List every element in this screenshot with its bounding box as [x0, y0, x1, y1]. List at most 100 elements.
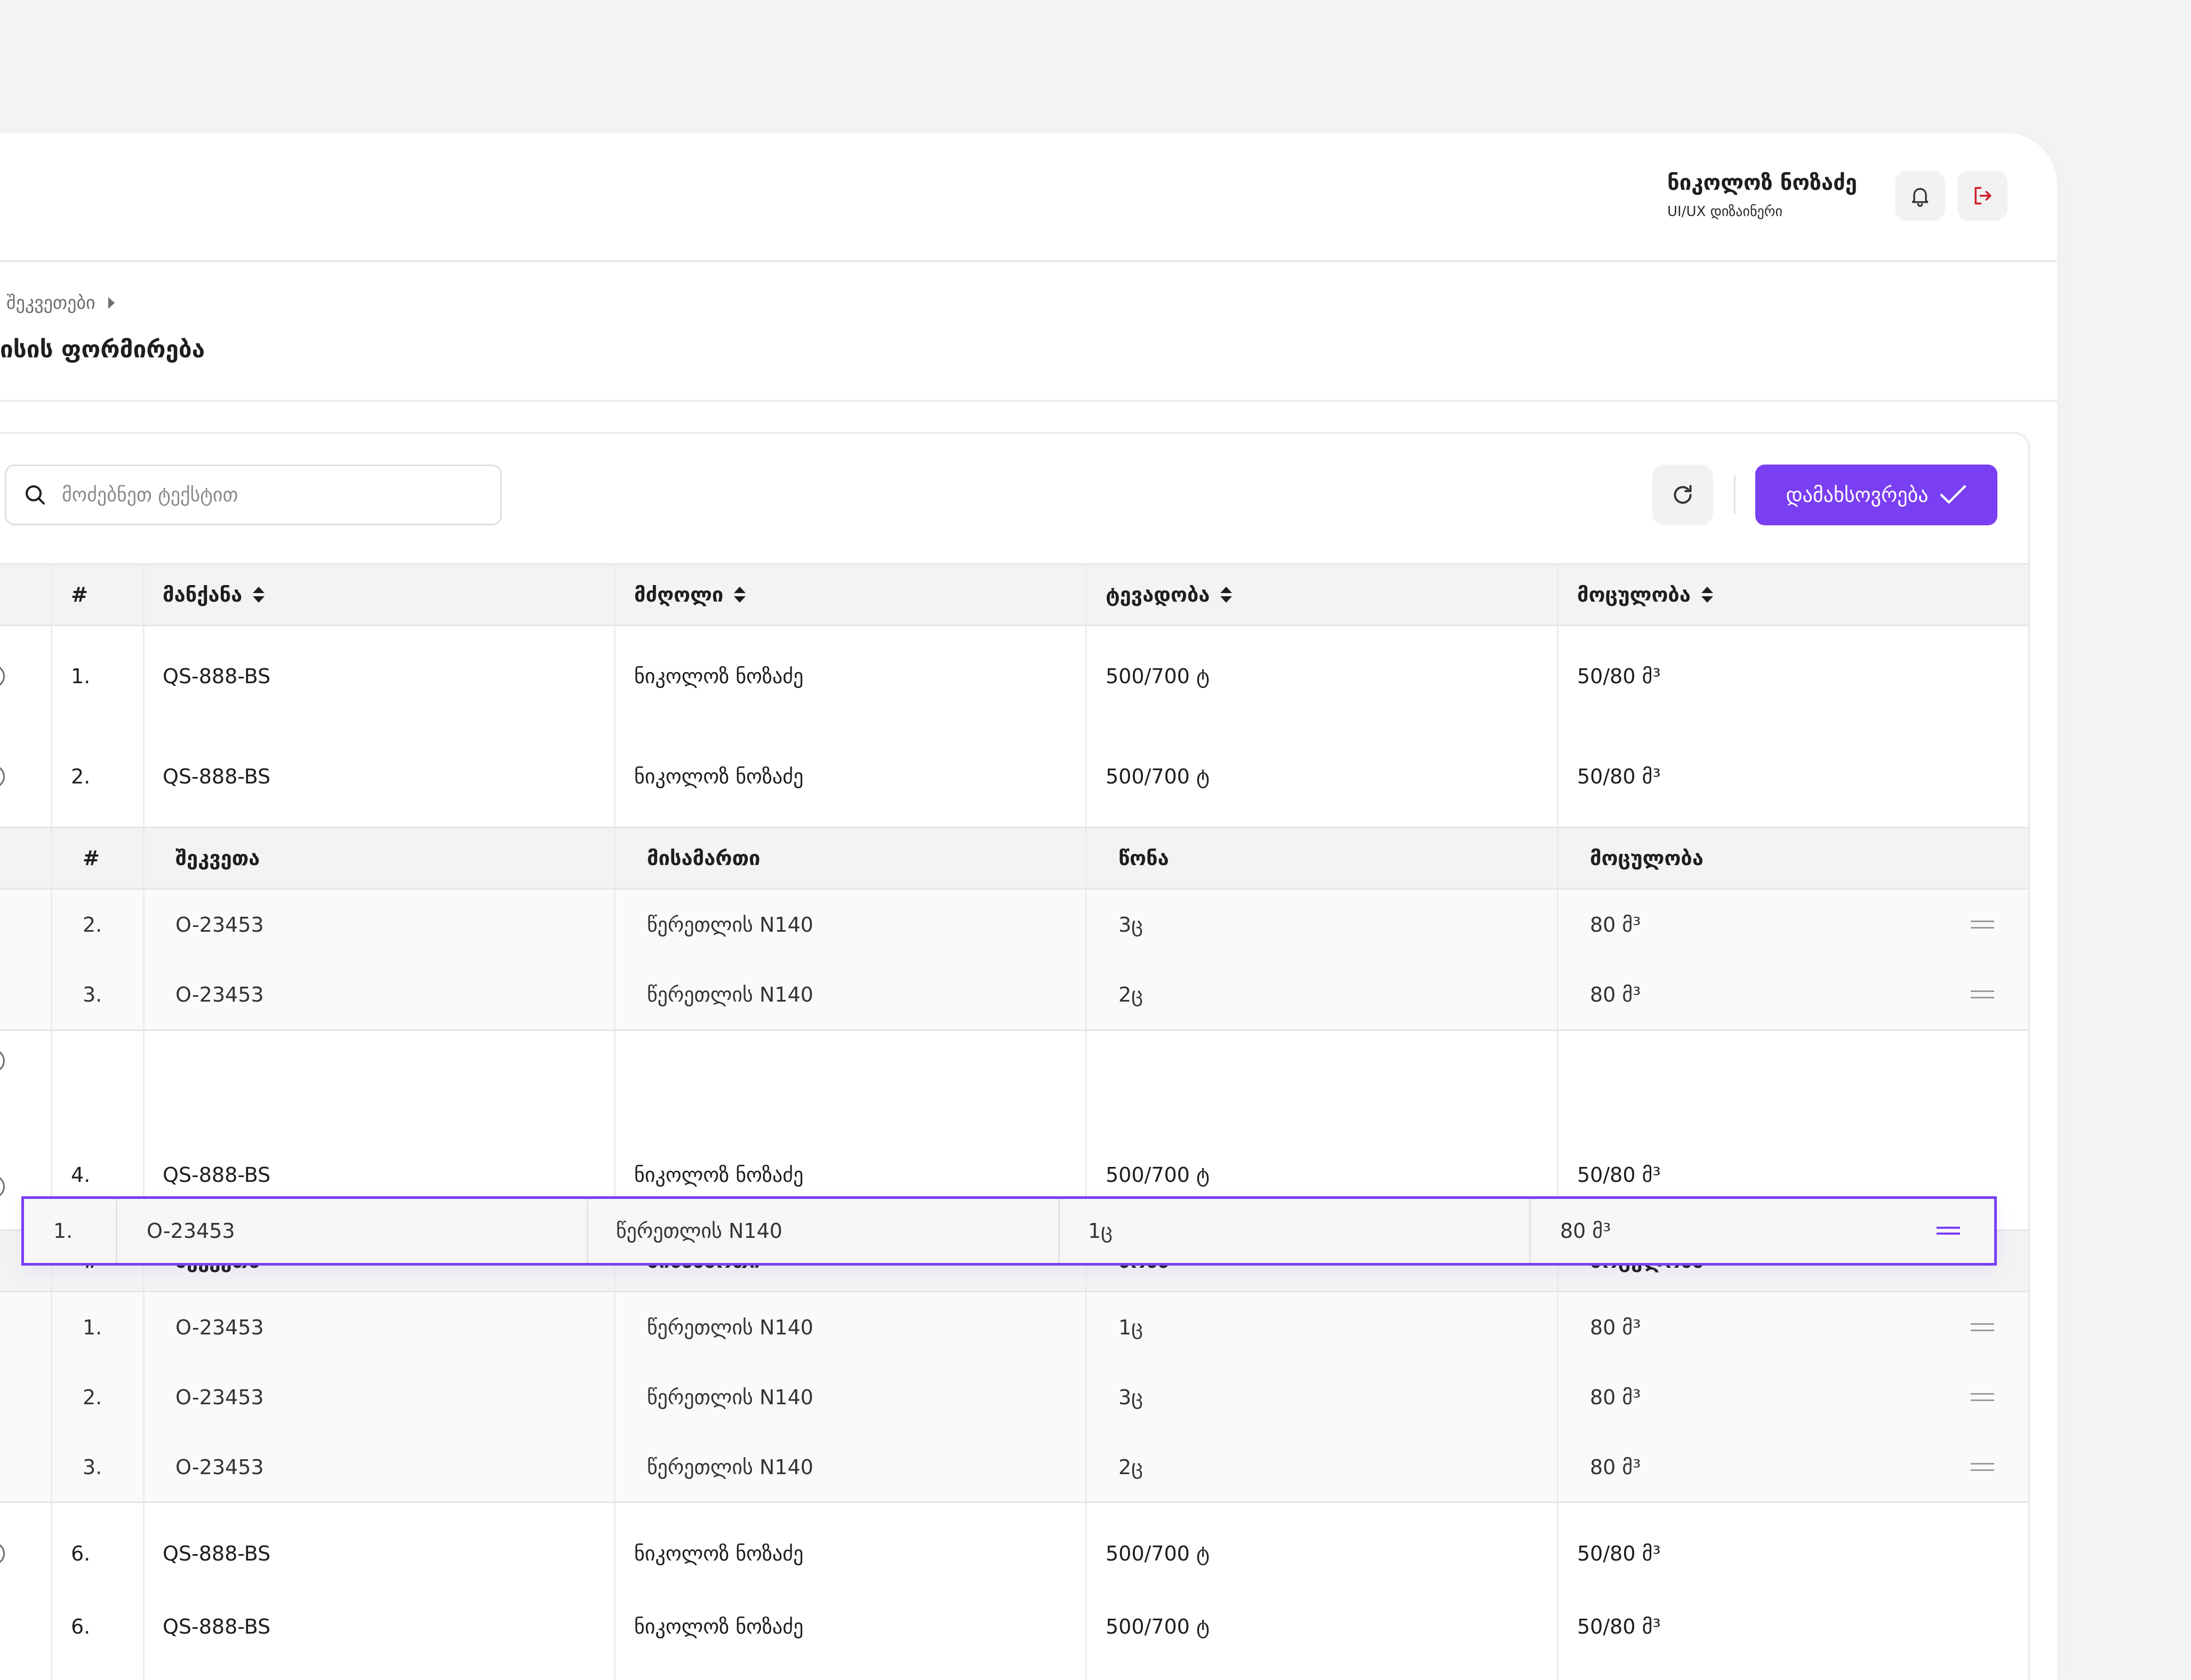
breadcrumb-item-orders[interactable]: შეკვეთები [6, 292, 95, 314]
sub-volume: 80 მ³ [1590, 1455, 1641, 1479]
save-button-label: დამახსოვრება [1786, 483, 1929, 507]
col-header-volume-label: მოცულობა [1577, 583, 1691, 606]
search-input[interactable] [61, 483, 490, 507]
subcol-header-order: შეკვეთა [175, 846, 260, 870]
subtable-row[interactable]: 2. O-23453 წერეთლის N140 3ც 80 მ³ [0, 890, 2028, 959]
drag-handle-icon[interactable] [1971, 920, 1994, 929]
table-row[interactable]: 6. QS-888-BS ნიკოლოზ ნოზაძე 500/700 ტ 50… [0, 1604, 2028, 1680]
drag-handle-icon[interactable] [1971, 1462, 1994, 1471]
collapse-toggle[interactable] [0, 1175, 5, 1198]
sub-order: O-23453 [175, 1315, 264, 1339]
subcol-header-address: მისამართი [647, 846, 761, 870]
row-driver: ნიკოლოზ ნოზაძე [634, 765, 804, 788]
breadcrumb: შეკვეთები [6, 292, 116, 314]
table-row[interactable]: 1. QS-888-BS ნიკოლოზ ნოზაძე 500/700 ტ 50… [0, 626, 2028, 726]
check-icon [1940, 485, 1966, 504]
row-volume: 50/80 მ³ [1577, 765, 1661, 788]
row-volume: 50/80 მ³ [1577, 1615, 1661, 1638]
save-button[interactable]: დამახსოვრება [1755, 465, 1997, 525]
table-row[interactable]: 2. QS-888-BS ნიკოლოზ ნოზაძე 500/700 ტ 50… [0, 726, 2028, 827]
subtable-row[interactable]: 3. O-23453 წერეთლის N140 2ც 80 მ³ [0, 1432, 2028, 1502]
sub-address: წერეთლის N140 [647, 1385, 813, 1409]
sub-weight: 2ც [1118, 982, 1143, 1006]
sub-volume: 80 მ³ [1590, 913, 1641, 937]
row-load: 500/700 ტ [1106, 765, 1210, 788]
sub-num: 3. [83, 1455, 102, 1479]
col-header-car[interactable]: მანქანა [163, 565, 265, 625]
sub-num: 2. [83, 1385, 102, 1409]
table-row[interactable]: 6. QS-888-BS ნიკოლოზ ნოზაძე 500/700 ტ 50… [0, 1503, 2028, 1604]
col-header-driver[interactable]: მძღოლი [634, 565, 746, 625]
dragged-row[interactable]: 1. O-23453 წერეთლის N140 1ც 80 მ³ [21, 1196, 1997, 1266]
sub-volume: 80 მ³ [1590, 982, 1641, 1006]
notifications-button[interactable] [1895, 171, 1945, 221]
sub-weight: 3ც [1118, 1385, 1143, 1409]
sub-address: წერეთლის N140 [647, 913, 813, 937]
subtable-header: # შეკვეთა მისამართი წონა მოცულობა [0, 827, 2028, 890]
page-title: ისის ფორმირება [0, 336, 205, 363]
logout-button[interactable] [1957, 171, 2008, 221]
expand-toggle[interactable] [0, 665, 5, 688]
sub-order: O-23453 [175, 1385, 264, 1409]
col-header-num: # [71, 583, 88, 606]
expand-toggle[interactable] [0, 1542, 5, 1565]
col-header-volume[interactable]: მოცულობა [1577, 565, 1713, 625]
top-header: ნიკოლოზ ნოზაძე UI/UX დიზაინერი [0, 133, 2057, 262]
subtable-row[interactable]: 2. O-23453 წერეთლის N140 3ც 80 მ³ [0, 1362, 2028, 1432]
subtable-row[interactable]: 1. O-23453 წერეთლის N140 1ც 80 მ³ [0, 1292, 2028, 1362]
row-num: 1. [71, 665, 91, 688]
table-row[interactable] [0, 1031, 2028, 1131]
drag-handle-icon[interactable] [1937, 1227, 1960, 1235]
subcol-header-weight: წონა [1118, 846, 1169, 870]
row-car: QS-888-BS [163, 1542, 271, 1565]
table-header: # მანქანა მძღოლი ტევადობა მოცულობა [0, 563, 2028, 626]
col-header-driver-label: მძღოლი [634, 583, 724, 606]
sub-num: 3. [83, 982, 102, 1006]
row-driver: ნიკოლოზ ნოზაძე [634, 1542, 804, 1565]
drag-handle-icon[interactable] [1971, 1323, 1994, 1331]
row-load: 500/700 ტ [1106, 1542, 1210, 1565]
sub-order: O-23453 [175, 913, 264, 937]
table-panel: დამახსოვრება # მანქანა მძღოლი ტევადობა მ… [0, 432, 2030, 1680]
subcol-header-volume: მოცულობა [1590, 846, 1704, 870]
search-icon [26, 485, 45, 505]
row-num: 6. [71, 1542, 91, 1565]
sub-weight: 1ც [1088, 1219, 1113, 1243]
row-driver: ნიკოლოზ ნოზაძე [634, 665, 804, 688]
title-divider [0, 400, 2057, 402]
sub-volume: 80 მ³ [1560, 1219, 1611, 1243]
sort-icon [253, 587, 265, 603]
drag-handle-icon[interactable] [1971, 1393, 1994, 1401]
refresh-button[interactable] [1652, 465, 1713, 525]
sort-icon [734, 587, 746, 603]
sub-address: წერეთლის N140 [647, 1315, 813, 1339]
sub-weight: 1ც [1118, 1315, 1143, 1339]
expand-toggle[interactable] [0, 1049, 5, 1073]
refresh-icon [1674, 485, 1692, 504]
row-num: 2. [71, 765, 91, 788]
sub-address: წერეთლის N140 [647, 982, 813, 1006]
row-load: 500/700 ტ [1106, 1615, 1210, 1638]
collapse-toggle[interactable] [0, 765, 5, 788]
sub-volume: 80 მ³ [1590, 1385, 1641, 1409]
sub-weight: 2ც [1118, 1455, 1143, 1479]
bell-icon [1912, 188, 1929, 207]
sub-num: 1. [53, 1219, 73, 1243]
drag-handle-icon[interactable] [1971, 990, 1994, 998]
app-window: ნიკოლოზ ნოზაძე UI/UX დიზაინერი შეკვეთები… [0, 133, 2057, 1680]
sub-order: O-23453 [175, 982, 264, 1006]
row-driver: ნიკოლოზ ნოზაძე [634, 1615, 804, 1638]
col-header-car-label: მანქანა [163, 583, 243, 606]
logout-icon [1974, 187, 1992, 205]
sub-order: O-23453 [147, 1219, 235, 1243]
sub-volume: 80 მ³ [1590, 1315, 1641, 1339]
sub-address: წერეთლის N140 [647, 1455, 813, 1479]
col-header-load[interactable]: ტევადობა [1106, 565, 1233, 625]
sub-address: წერეთლის N140 [616, 1219, 782, 1243]
sub-num: 2. [83, 913, 102, 937]
row-num: 6. [71, 1615, 91, 1638]
sort-icon [1220, 587, 1233, 603]
subtable-row[interactable]: 3. O-23453 წერეთლის N140 2ც 80 მ³ [0, 959, 2028, 1029]
toolbar-separator [1734, 475, 1736, 515]
search-box[interactable] [5, 465, 502, 525]
